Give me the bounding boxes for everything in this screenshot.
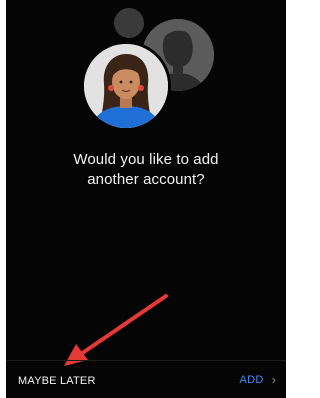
add-account-prompt: Would you like to add another account? <box>6 150 286 190</box>
bottom-action-bar: MAYBE LATER ADD › <box>6 360 286 398</box>
add-account-screen: Would you like to add another account? M… <box>6 0 286 398</box>
decorative-dot <box>114 8 144 38</box>
prompt-line-2: another account? <box>87 171 205 188</box>
maybe-later-button[interactable]: MAYBE LATER <box>18 375 96 387</box>
add-label: ADD <box>239 373 264 386</box>
add-account-button[interactable]: ADD › <box>240 373 276 386</box>
prompt-line-1: Would you like to add <box>73 151 219 168</box>
woman-avatar-icon <box>84 44 168 128</box>
chevron-right-icon: › <box>271 372 276 387</box>
